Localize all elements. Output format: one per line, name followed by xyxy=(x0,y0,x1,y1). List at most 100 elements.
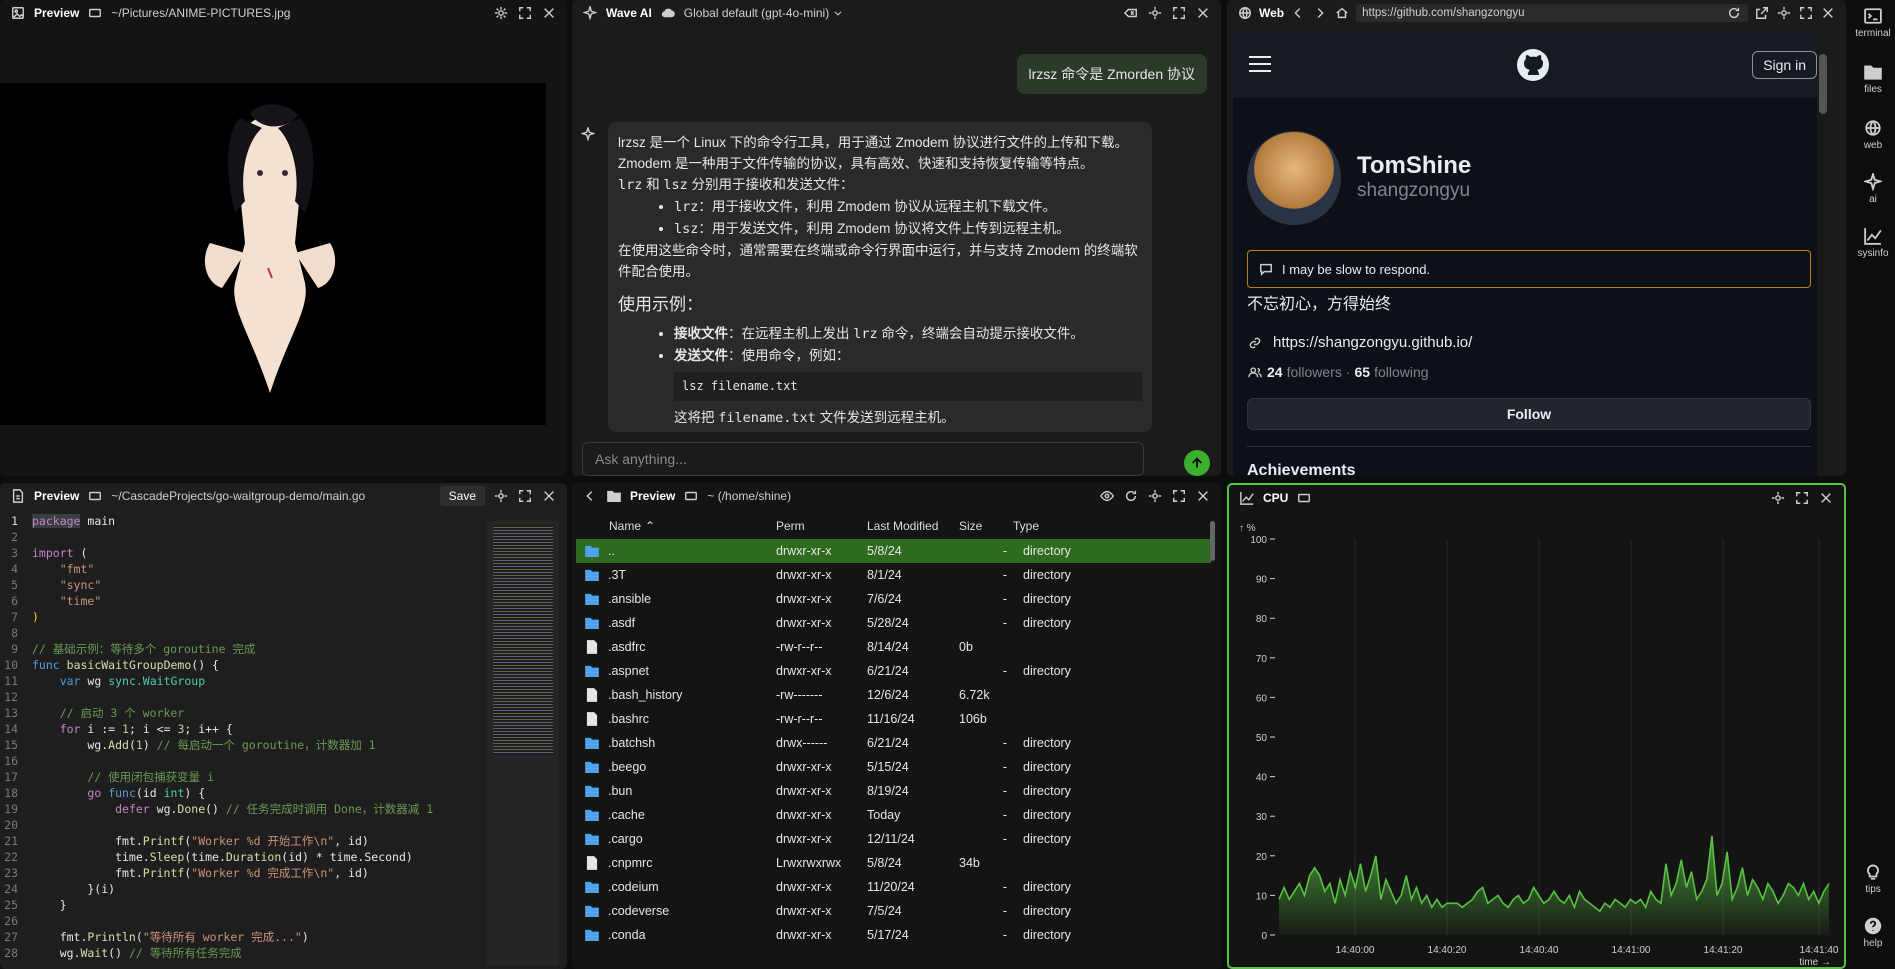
table-row[interactable]: .bash_history -rw------- 12/6/24 6.72k xyxy=(576,683,1211,707)
help-icon xyxy=(1863,916,1883,936)
connection-icon[interactable] xyxy=(87,488,103,504)
table-row[interactable]: .bashrc -rw-r--r-- 11/16/24 106b xyxy=(576,707,1211,731)
table-row[interactable]: .aspnet drwxr-xr-x 6/21/24 - directory xyxy=(576,659,1211,683)
url-bar[interactable]: https://github.com/shangzongyu xyxy=(1356,4,1749,22)
settings-icon[interactable] xyxy=(1147,488,1163,504)
followers-count[interactable]: 24 xyxy=(1267,364,1283,380)
close-icon[interactable] xyxy=(1195,488,1211,504)
close-icon[interactable] xyxy=(1195,5,1211,21)
code-line: 13 // 启动 3 个 worker xyxy=(4,706,185,720)
folder-icon xyxy=(584,903,600,919)
maximize-icon[interactable] xyxy=(1798,5,1814,21)
settings-icon[interactable] xyxy=(493,5,509,21)
table-row[interactable]: .asdf drwxr-xr-x 5/28/24 - directory xyxy=(576,611,1211,635)
maximize-icon[interactable] xyxy=(517,5,533,21)
profile-link[interactable]: https://shangzongyu.github.io/ xyxy=(1247,334,1472,351)
refresh-icon[interactable] xyxy=(1123,488,1139,504)
back-icon[interactable] xyxy=(1290,5,1306,21)
table-row[interactable]: .conda drwxr-xr-x 5/17/24 - directory xyxy=(576,923,1211,947)
eye-icon[interactable] xyxy=(1099,488,1115,504)
column-perm[interactable]: Perm xyxy=(776,519,867,533)
table-row[interactable]: .codeium drwxr-xr-x 11/20/24 - directory xyxy=(576,875,1211,899)
scrollbar[interactable] xyxy=(1817,32,1829,476)
code-editor[interactable]: 1 package main 2 3 import ( 4 "fmt" 5 "syn… xyxy=(0,513,485,969)
terminal-icon xyxy=(1863,6,1883,26)
close-icon[interactable] xyxy=(1818,490,1834,506)
connection-icon[interactable] xyxy=(683,488,699,504)
settings-icon[interactable] xyxy=(1776,5,1792,21)
connection-icon[interactable] xyxy=(87,5,103,21)
followers-label[interactable]: followers xyxy=(1287,364,1342,380)
table-row[interactable]: .beego drwxr-xr-x 5/15/24 - directory xyxy=(576,755,1211,779)
column-size[interactable]: Size xyxy=(959,519,1013,533)
file-path[interactable]: ~/CascadeProjects/go-waitgroup-demo/main… xyxy=(111,489,365,503)
table-row[interactable]: .cache drwxr-xr-x Today - directory xyxy=(576,803,1211,827)
table-row[interactable]: .3T drwxr-xr-x 8/1/24 - directory xyxy=(576,563,1211,587)
clear-chat-icon[interactable] xyxy=(1123,5,1139,21)
settings-icon[interactable] xyxy=(1770,490,1786,506)
file-type: directory xyxy=(1023,808,1071,822)
table-row[interactable]: .codeverse drwxr-xr-x 7/5/24 - directory xyxy=(576,899,1211,923)
file-icon xyxy=(584,687,600,703)
table-row[interactable]: .asdfrc -rw-r--r-- 8/14/24 0b xyxy=(576,635,1211,659)
send-button[interactable] xyxy=(1184,450,1210,476)
maximize-icon[interactable] xyxy=(517,488,533,504)
block-title: Preview xyxy=(630,489,676,503)
close-icon[interactable] xyxy=(541,5,557,21)
github-logo-icon[interactable] xyxy=(1517,49,1549,81)
table-row[interactable]: .cargo drwxr-xr-x 12/11/24 - directory xyxy=(576,827,1211,851)
close-icon[interactable] xyxy=(541,488,557,504)
settings-icon[interactable] xyxy=(493,488,509,504)
table-row[interactable]: .bun drwxr-xr-x 8/19/24 - directory xyxy=(576,779,1211,803)
column-modified[interactable]: Last Modified xyxy=(867,519,959,533)
model-selector[interactable]: Global default (gpt-4o-mini) xyxy=(684,5,843,21)
file-name: .codeium xyxy=(576,879,776,895)
home-icon[interactable] xyxy=(1334,5,1350,21)
external-link-icon[interactable] xyxy=(1754,5,1770,21)
file-path[interactable]: ~/Pictures/ANIME-PICTURES.jpg xyxy=(111,6,290,20)
save-button[interactable]: Save xyxy=(439,486,485,506)
connection-icon[interactable] xyxy=(1296,490,1312,506)
column-type[interactable]: Type xyxy=(1013,519,1133,533)
table-row[interactable]: .. drwxr-xr-x 5/8/24 - directory xyxy=(576,539,1211,563)
follow-button[interactable]: Follow xyxy=(1247,398,1811,430)
divider xyxy=(1247,446,1811,447)
code-line: 2 xyxy=(11,530,18,544)
sidebar-item-sysinfo[interactable]: sysinfo xyxy=(1851,226,1895,259)
help-button[interactable]: help xyxy=(1851,916,1895,949)
hamburger-menu-icon[interactable] xyxy=(1249,54,1271,72)
following-label[interactable]: following xyxy=(1374,364,1428,380)
minimap[interactable] xyxy=(487,521,559,965)
x-tick-label: 14:41:20 xyxy=(1704,945,1743,956)
file-perm: drwxr-xr-x xyxy=(776,616,832,630)
reload-icon[interactable] xyxy=(1726,5,1742,21)
sidebar-item-terminal[interactable]: terminal xyxy=(1851,6,1895,39)
code-line: 10 func basicWaitGroupDemo() { xyxy=(4,658,219,672)
following-count[interactable]: 65 xyxy=(1355,364,1371,380)
file-perm: drwx------ xyxy=(776,736,828,750)
column-name[interactable]: Name ⌃ xyxy=(576,519,776,533)
sidebar-item-web[interactable]: web xyxy=(1851,118,1895,151)
close-icon[interactable] xyxy=(1820,5,1836,21)
maximize-icon[interactable] xyxy=(1171,488,1187,504)
sidebar-item-ai[interactable]: ai xyxy=(1851,172,1895,205)
scrollbar[interactable] xyxy=(1210,521,1215,561)
file-modified: 8/19/24 xyxy=(867,784,909,798)
chat-input[interactable]: Ask anything... xyxy=(582,442,1144,476)
tips-button[interactable]: tips xyxy=(1851,862,1895,895)
cloud-icon xyxy=(660,5,676,21)
maximize-icon[interactable] xyxy=(1171,5,1187,21)
settings-icon[interactable] xyxy=(1147,5,1163,21)
table-row[interactable]: .cnpmrc Lrwxrwxrwx 5/8/24 34b xyxy=(576,851,1211,875)
file-modified: 5/15/24 xyxy=(867,760,909,774)
sidebar-item-files[interactable]: files xyxy=(1851,62,1895,95)
back-icon[interactable] xyxy=(582,488,598,504)
maximize-icon[interactable] xyxy=(1794,490,1810,506)
file-modified: 8/14/24 xyxy=(867,640,909,654)
forward-icon[interactable] xyxy=(1312,5,1328,21)
sign-in-button[interactable]: Sign in xyxy=(1752,51,1817,79)
directory-path[interactable]: ~ (/home/shine) xyxy=(707,489,791,503)
table-row[interactable]: .batchsh drwx------ 6/21/24 - directory xyxy=(576,731,1211,755)
table-row[interactable]: .ansible drwxr-xr-x 7/6/24 - directory xyxy=(576,587,1211,611)
sidebar-item-label: help xyxy=(1863,938,1883,949)
